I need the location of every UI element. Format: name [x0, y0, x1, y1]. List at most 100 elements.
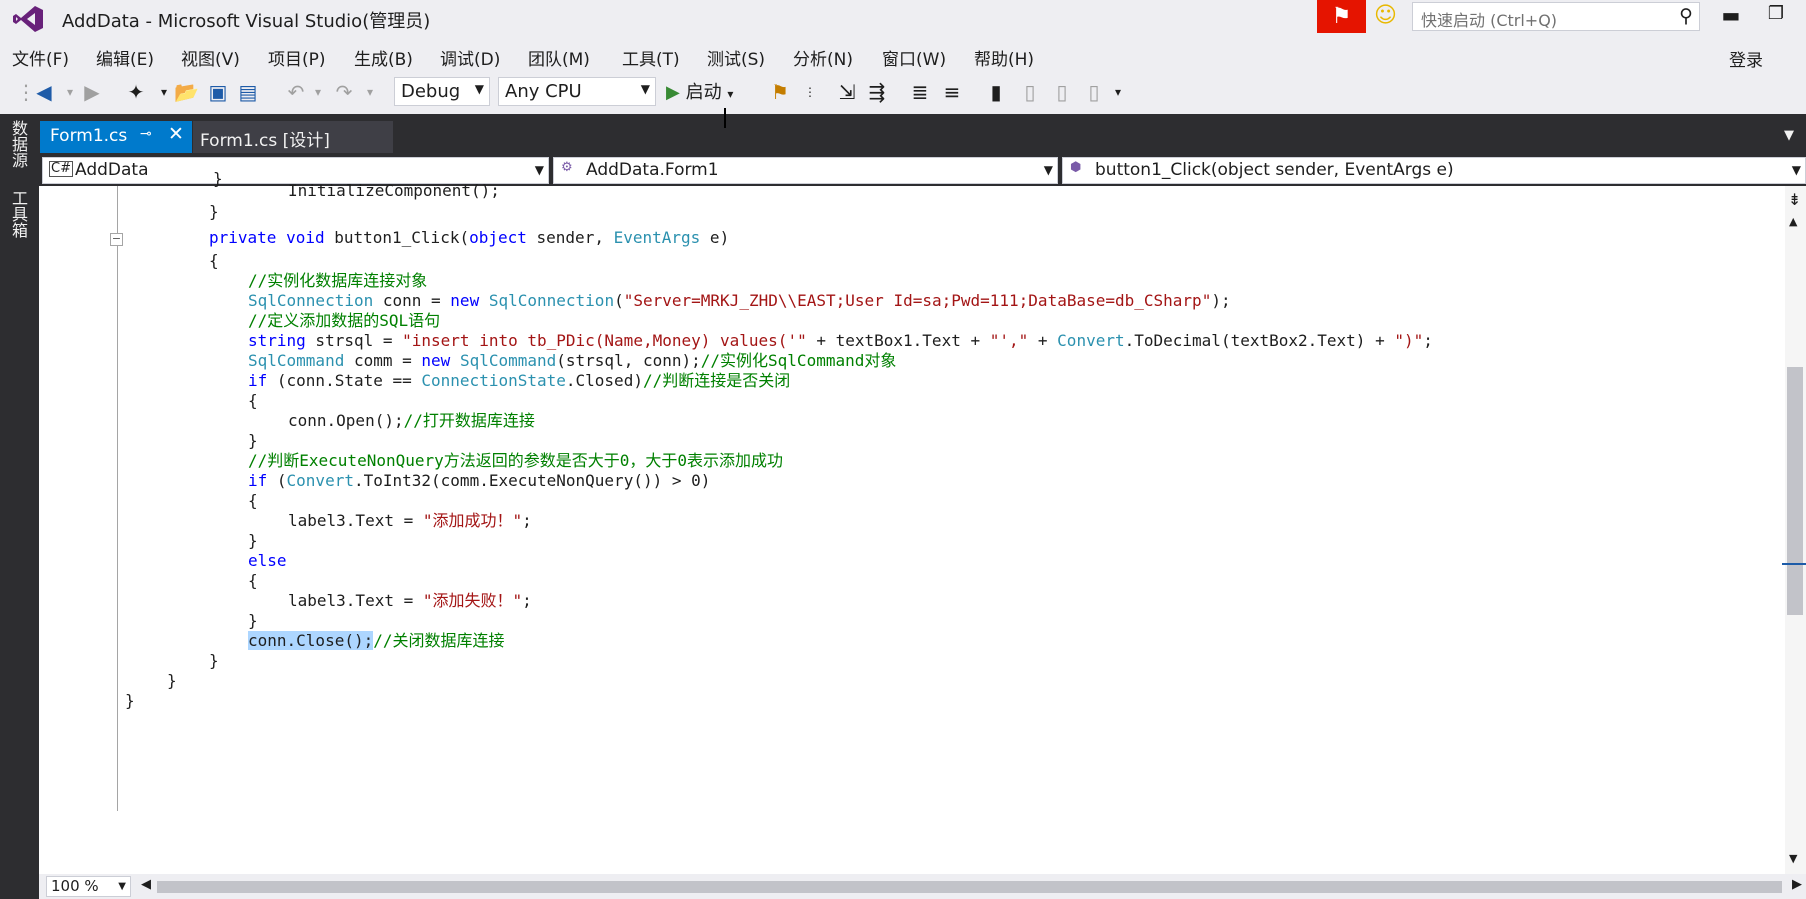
toolbar-overflow-icon[interactable]: ⋮ [798, 80, 822, 104]
open-file-icon[interactable]: 📂 [174, 80, 199, 104]
vertical-scroll-thumb[interactable] [1787, 367, 1803, 615]
type-dropdown[interactable]: ⚙ AddData.Form1 ▼ [553, 157, 1058, 184]
code-line: } [125, 691, 135, 710]
outlining-line [117, 186, 118, 811]
code-line: label3.Text = "添加失败！"; [288, 591, 532, 610]
tab-label: Form1.cs [50, 126, 128, 146]
tab-overflow-chevron-icon[interactable]: ▼ [1784, 128, 1794, 143]
solution-platform-value: Any CPU [505, 81, 582, 102]
selected-text: conn.Close(); [248, 631, 374, 650]
code-line: } [167, 671, 177, 690]
code-line: if (conn.State == ConnectionState.Closed… [248, 371, 791, 390]
visual-studio-logo-icon [13, 6, 43, 32]
find-in-files-icon[interactable]: ⚑ [768, 80, 792, 104]
redo-icon[interactable]: ↷ [332, 80, 356, 104]
play-icon: ▶ [666, 82, 680, 103]
menu-test[interactable]: 测试(S) [707, 45, 765, 70]
zoom-select[interactable]: 100 % ▼ [46, 876, 131, 897]
previous-bookmark-icon[interactable]: ▯ [1018, 80, 1042, 104]
undo-icon[interactable]: ↶ [284, 80, 308, 104]
code-line: if (Convert.ToInt32(comm.ExecuteNonQuery… [248, 471, 711, 490]
code-editor[interactable]: − } InitializeComponent(); } private voi… [39, 169, 1785, 874]
split-editor-icon[interactable]: ⇟ [1788, 190, 1801, 209]
menu-edit[interactable]: 编辑(E) [96, 45, 154, 70]
tab-form1-cs[interactable]: Form1.cs ⊸ ✕ [40, 121, 192, 153]
code-line: conn.Close();//关闭数据库连接 [248, 631, 505, 650]
pin-icon[interactable]: ⊸ [140, 126, 152, 142]
solution-platform-select[interactable]: Any CPU ▼ [498, 77, 656, 106]
data-sources-tab[interactable]: 数据源 [9, 120, 30, 168]
code-line: { [248, 391, 258, 410]
quick-launch-search[interactable]: 快速启动 (Ctrl+Q) ⚲ [1412, 2, 1700, 31]
csharp-project-icon: C# [49, 161, 73, 177]
notifications-flag-icon[interactable]: ⚑ [1317, 0, 1366, 33]
menu-view[interactable]: 视图(V) [181, 45, 240, 70]
scroll-down-icon[interactable]: ▼ [1789, 852, 1797, 865]
clear-bookmarks-icon[interactable]: ▯ [1082, 80, 1106, 104]
bookmark-icon[interactable]: ▮ [984, 80, 1008, 104]
menu-project[interactable]: 项目(P) [268, 45, 326, 70]
tab-form1-designer[interactable]: Form1.cs [设计] [193, 121, 393, 153]
solution-configuration-value: Debug [401, 81, 461, 102]
menu-debug[interactable]: 调试(D) [440, 45, 500, 70]
new-dropdown-icon[interactable]: ▾ [152, 80, 176, 104]
chevron-down-icon: ▼ [474, 82, 484, 96]
scroll-right-icon[interactable]: ▶ [1792, 877, 1802, 892]
collapse-region-icon[interactable]: − [110, 233, 123, 246]
menu-tools[interactable]: 工具(T) [622, 45, 680, 70]
menu-team[interactable]: 团队(M) [528, 45, 590, 70]
navigate-forward-icon[interactable]: ▶ [80, 80, 104, 104]
menu-analyze[interactable]: 分析(N) [793, 45, 853, 70]
next-bookmark-icon[interactable]: ▯ [1050, 80, 1074, 104]
window-title: AddData - Microsoft Visual Studio(管理员) [62, 11, 431, 32]
menu-help[interactable]: 帮助(H) [974, 45, 1034, 70]
restore-button[interactable]: ❐ [1762, 3, 1790, 31]
toolbar-options-icon[interactable]: ▾ [1106, 80, 1130, 104]
menu-window[interactable]: 窗口(W) [882, 45, 946, 70]
standard-toolbar: ⋮ ◀ ▾ ▶ ✦ ▾ 📂 ▣ ▤ ↶ ▾ ↷ ▾ Debug ▼ Any CP… [0, 72, 1806, 114]
navigate-back-icon[interactable]: ◀ [32, 80, 56, 104]
member-name: button1_Click(object sender, EventArgs e… [1095, 160, 1454, 180]
save-icon[interactable]: ▣ [206, 80, 230, 104]
code-line: private void button1_Click(object sender… [209, 228, 730, 247]
chevron-down-icon: ▼ [1791, 163, 1801, 177]
member-dropdown[interactable]: ⬢ button1_Click(object sender, EventArgs… [1062, 157, 1806, 184]
back-dropdown-icon[interactable]: ▾ [58, 80, 82, 104]
close-icon[interactable]: ✕ [168, 123, 184, 145]
undo-dropdown-icon[interactable]: ▾ [306, 80, 330, 104]
start-debugging-button[interactable]: ▶ 启动 ▾ [666, 78, 733, 104]
code-line: { [209, 251, 219, 270]
tab-label: Form1.cs [设计] [200, 131, 330, 151]
redo-dropdown-icon[interactable]: ▾ [358, 80, 382, 104]
uncomment-icon[interactable]: ≡ [940, 80, 964, 104]
step-into-icon[interactable]: ⇲ [835, 80, 859, 104]
save-all-icon[interactable]: ▤ [236, 80, 260, 104]
code-line: } [213, 169, 223, 188]
side-tool-strip: 数据源 工具箱 [0, 114, 39, 899]
solution-configuration-select[interactable]: Debug ▼ [394, 77, 490, 106]
search-icon[interactable]: ⚲ [1679, 5, 1693, 27]
minimize-button[interactable]: ▬ [1717, 3, 1745, 31]
feedback-smiley-icon[interactable]: ☺ [1374, 3, 1400, 29]
horizontal-scroll-thumb[interactable] [157, 881, 1782, 893]
code-line: conn.Open();//打开数据库连接 [288, 411, 535, 430]
scroll-up-icon[interactable]: ▲ [1789, 215, 1797, 228]
caret-position-marker [1782, 563, 1806, 565]
toolbox-tab[interactable]: 工具箱 [9, 190, 30, 238]
menu-build[interactable]: 生成(B) [354, 45, 413, 70]
text-cursor [724, 108, 726, 128]
type-name: AddData.Form1 [586, 160, 719, 180]
comment-out-icon[interactable]: ≣ [908, 80, 932, 104]
sign-in-link[interactable]: 登录 [1729, 46, 1763, 71]
zoom-value: 100 % [51, 877, 99, 895]
scroll-left-icon[interactable]: ◀ [141, 877, 151, 892]
chevron-down-icon: ▾ [727, 87, 734, 101]
chevron-down-icon: ▼ [640, 82, 650, 96]
step-over-icon[interactable]: ⇶ [865, 80, 889, 104]
new-project-icon[interactable]: ✦ [124, 80, 148, 104]
menu-file[interactable]: 文件(F) [12, 45, 69, 70]
method-icon: ⬢ [1070, 160, 1082, 175]
code-line: { [248, 491, 258, 510]
indicator-margin[interactable] [39, 186, 67, 874]
code-line: { [248, 571, 258, 590]
